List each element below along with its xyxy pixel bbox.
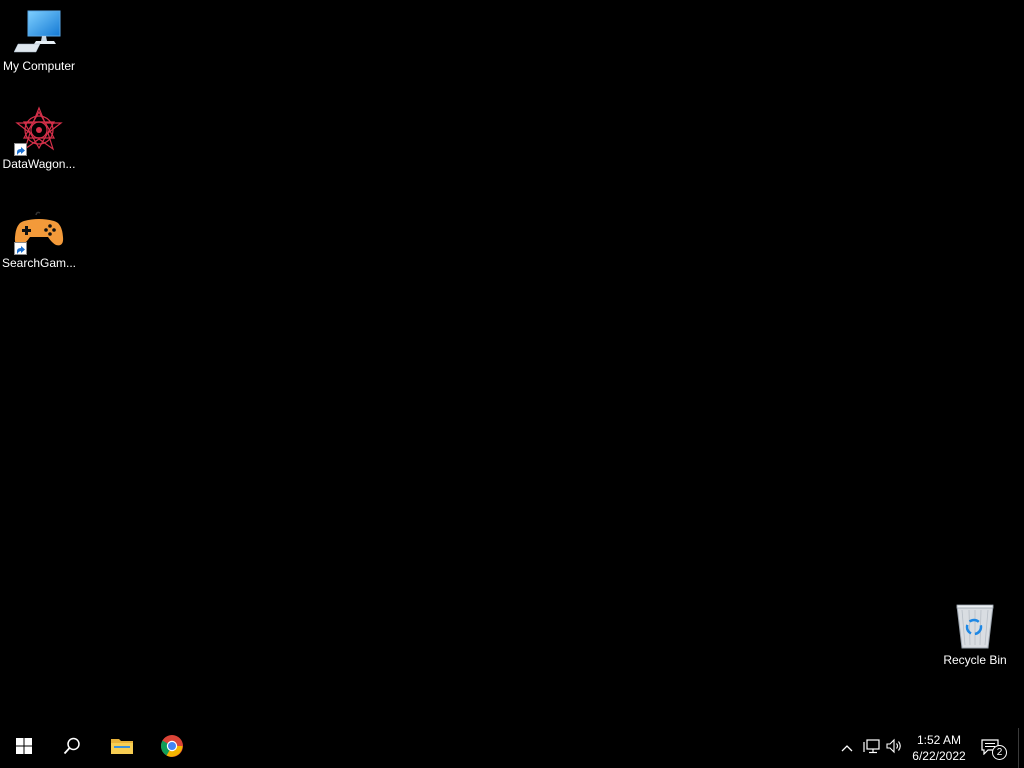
folder-icon [110,736,134,761]
shortcut-arrow-icon [14,143,27,156]
windows-logo-icon [16,737,32,759]
desktop-icon-label: SearchGam... [1,256,77,270]
speaker-icon [886,738,904,759]
desktop-icon-recycle-bin[interactable]: Recycle Bin [936,602,1014,668]
shortcut-arrow-icon [14,242,27,255]
tray-volume[interactable] [885,728,905,768]
computer-monitor-icon [14,8,64,58]
desktop-icon-label: Recycle Bin [943,653,1007,667]
tray-network[interactable] [861,728,881,768]
desktop-icon-searchgames[interactable]: SearchGam... [0,205,78,271]
desktop-icon-label: My Computer [2,59,76,73]
action-center-button[interactable]: 2 [978,728,1008,768]
taskbar-clock[interactable]: 1:52 AM 6/22/2022 [906,728,972,768]
desktop[interactable]: My Computer DataWagon... SearchGam... Re… [0,0,1024,728]
desktop-icon-my-computer[interactable]: My Computer [0,8,78,74]
recycle-bin-icon [950,602,1000,652]
gamepad-icon [14,205,64,255]
desktop-icon-label: DataWagon... [2,157,76,171]
search-button[interactable] [48,728,96,768]
tray-overflow-button[interactable] [838,728,856,768]
taskbar-file-explorer[interactable] [98,728,146,768]
chevron-up-icon [841,739,853,757]
show-desktop-button[interactable] [1018,728,1024,768]
search-icon [63,737,81,760]
action-center-icon: 2 [981,738,1007,760]
chrome-icon [160,734,184,763]
notification-count-badge: 2 [992,745,1007,760]
taskbar: 1:52 AM 6/22/2022 2 [0,728,1024,768]
datawagon-app-icon [14,106,64,156]
start-button[interactable] [0,728,48,768]
taskbar-chrome[interactable] [148,728,196,768]
network-icon [862,738,880,759]
desktop-icon-datawagon[interactable]: DataWagon... [0,106,78,172]
clock-time: 1:52 AM [916,733,962,747]
clock-date: 6/22/2022 [912,749,966,763]
